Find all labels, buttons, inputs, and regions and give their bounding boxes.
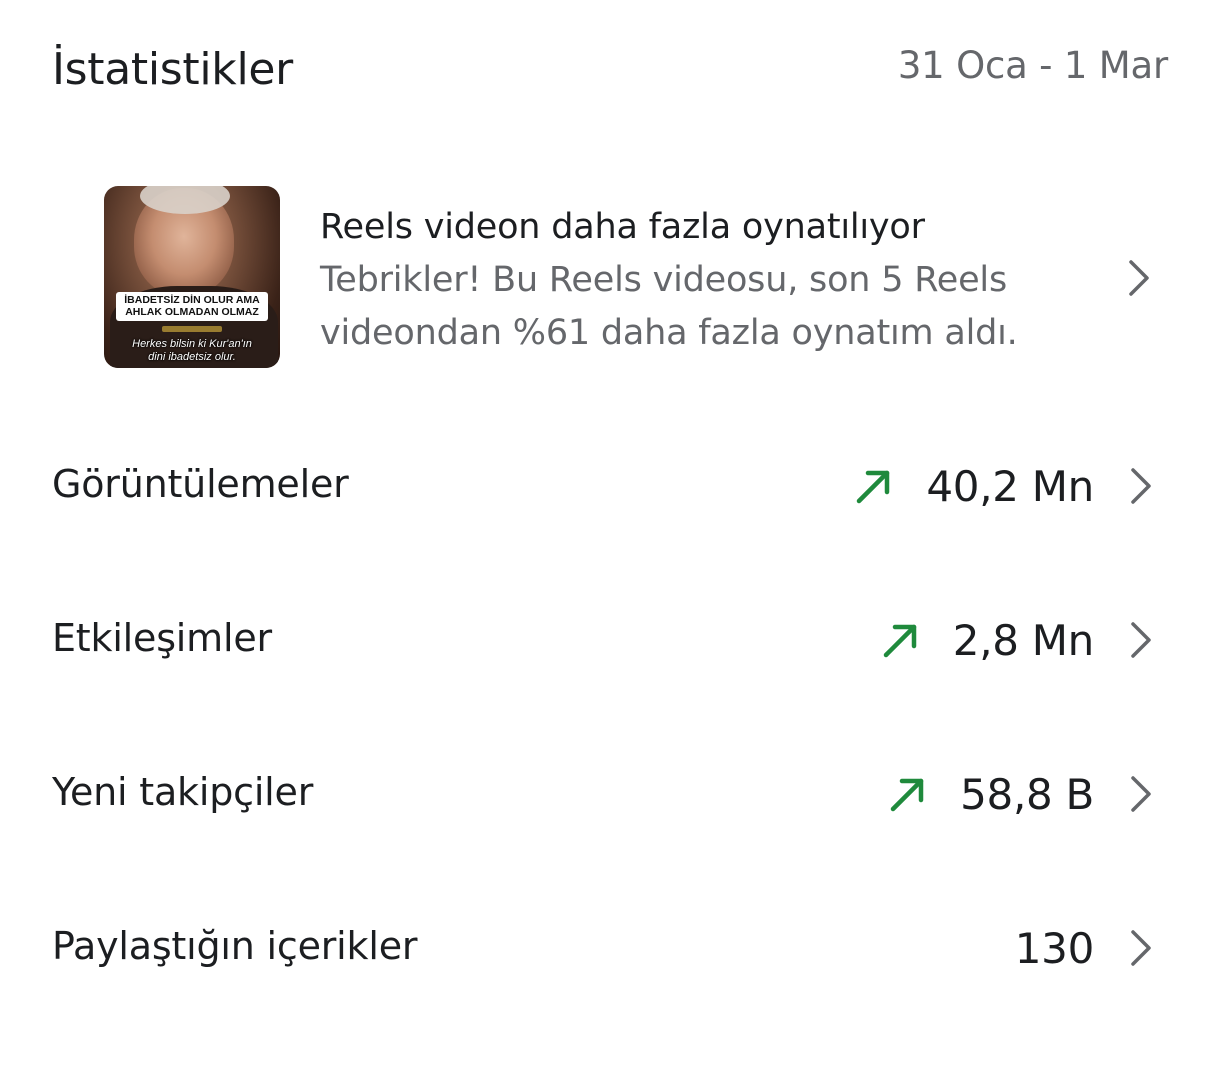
date-range[interactable]: 31 Oca - 1 Mar [898, 44, 1168, 87]
insight-body-line2: videondan %61 daha fazla oynatım aldı. [320, 313, 1018, 353]
metric-label: Etkileşimler [52, 616, 272, 660]
trend-up-icon [883, 624, 917, 658]
thumbnail-caption-line1: İBADETSİZ DİN OLUR AMA [124, 294, 260, 306]
metric-value: 58,8 B [960, 769, 1094, 819]
metric-row-views[interactable]: Görüntülemeler 40,2 Mn [52, 446, 1168, 526]
thumbnail-subtitle: Herkes bilsin ki Kur'an'ın dini ibadetsi… [104, 338, 280, 364]
metric-value: 130 [1014, 923, 1095, 973]
metric-row-new-followers[interactable]: Yeni takipçiler 58,8 B [52, 754, 1168, 834]
insight-text: Reels videon daha fazla oynatılıyor Tebr… [320, 204, 1080, 360]
insight-body: Tebrikler! Bu Reels videosu, son 5 Reels… [320, 254, 1080, 360]
thumbnail-tag [162, 326, 222, 332]
insight-title: Reels videon daha fazla oynatılıyor [320, 207, 925, 247]
metric-right: 40,2 Mn [854, 446, 1168, 526]
reels-insight-card[interactable]: İBADETSİZ DİN OLUR AMA AHLAK OLMADAN OLM… [104, 186, 1168, 370]
chevron-right-icon[interactable] [1128, 466, 1154, 506]
trend-up-icon [857, 470, 890, 504]
page-title: İstatistikler [52, 44, 293, 95]
metric-row-engagements[interactable]: Etkileşimler 2,8 Mn [52, 600, 1168, 680]
thumbnail-caption-line2: AHLAK OLMADAN OLMAZ [125, 306, 259, 318]
metric-label: Görüntülemeler [52, 462, 349, 506]
trend-up-icon [890, 778, 924, 812]
chevron-right-icon[interactable] [1128, 774, 1154, 814]
metric-label: Paylaştığın içerikler [52, 924, 418, 968]
thumbnail-subtitle-line1: Herkes bilsin ki Kur'an'ın [132, 338, 252, 350]
chevron-right-icon[interactable] [1128, 928, 1154, 968]
metric-right: 130 [1015, 908, 1168, 988]
metric-row-shared-content[interactable]: Paylaştığın içerikler 130 [52, 908, 1168, 988]
insight-body-line1: Tebrikler! Bu Reels videosu, son 5 Reels [320, 260, 1007, 300]
metric-right: 58,8 B [888, 754, 1168, 834]
metric-value: 40,2 Mn [926, 461, 1094, 511]
thumbnail-caption: İBADETSİZ DİN OLUR AMA AHLAK OLMADAN OLM… [116, 292, 268, 321]
metric-value: 2,8 Mn [952, 615, 1095, 665]
chevron-right-icon[interactable] [1126, 258, 1152, 298]
thumbnail-subtitle-line2: dini ibadetsiz olur. [148, 351, 236, 363]
stats-header: İstatistikler 31 Oca - 1 Mar [52, 42, 1168, 106]
reel-thumbnail: İBADETSİZ DİN OLUR AMA AHLAK OLMADAN OLM… [104, 186, 280, 368]
metric-right: 2,8 Mn [881, 600, 1168, 680]
metric-label: Yeni takipçiler [52, 770, 314, 814]
chevron-right-icon[interactable] [1128, 620, 1154, 660]
